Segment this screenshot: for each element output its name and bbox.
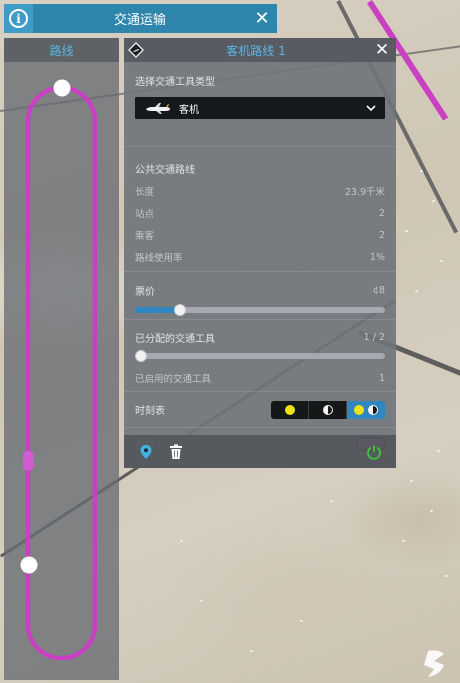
assigned-vehicles-value: 1 / 2 — [363, 331, 385, 343]
locate-icon[interactable] — [136, 442, 156, 462]
route-stats-section: 公共交通路线 长度 23.9千米 站点 2 乘客 2 路线使用率 1% — [124, 147, 396, 272]
stat-row: 乘客 2 — [135, 224, 385, 246]
delete-icon[interactable] — [166, 442, 186, 462]
moon-icon — [368, 404, 378, 415]
moon-icon — [322, 404, 333, 415]
vehicle-type-section: 选择交通工具类型 客机 — [124, 62, 396, 147]
sun-icon — [284, 404, 295, 415]
stat-label: 路线使用率 — [135, 253, 183, 264]
stat-value: 1% — [369, 251, 385, 263]
info-icon: i — [9, 9, 28, 28]
schedule-day-option[interactable] — [271, 400, 309, 419]
vehicles-slider[interactable] — [135, 350, 385, 362]
route-title[interactable]: 客机路线 1 — [148, 42, 364, 59]
stat-value: 23.9千米 — [344, 187, 385, 198]
schedule-night-option[interactable] — [309, 400, 347, 419]
detail-footer — [124, 435, 396, 468]
stop-node[interactable] — [20, 556, 38, 574]
vehicle-type-value: 客机 — [179, 104, 199, 116]
stat-value: 2 — [378, 229, 385, 241]
route-line — [25, 85, 98, 661]
detail-header: 客机路线 1 ✕ — [124, 38, 396, 62]
vehicles-section: 已分配的交通工具 1 / 2 已启用的交通工具 1 — [124, 320, 396, 392]
watermark-logo — [422, 646, 454, 679]
close-icon[interactable]: ✕ — [247, 8, 277, 29]
fare-slider[interactable] — [135, 304, 385, 316]
airplane-icon — [146, 103, 170, 114]
assigned-vehicles-label: 已分配的交通工具 — [135, 333, 215, 345]
schedule-label: 时刻表 — [135, 406, 165, 417]
chevron-down-icon — [366, 105, 376, 112]
stat-label: 乘客 — [135, 231, 155, 242]
logo-icon — [424, 650, 444, 677]
stat-row: 长度 23.9千米 — [135, 180, 385, 202]
fare-slider-handle[interactable] — [174, 304, 186, 316]
stat-row: 站点 2 — [135, 202, 385, 224]
stat-label: 长度 — [135, 187, 155, 198]
window-title: 交通运输 — [113, 13, 166, 28]
info-button[interactable]: i — [4, 4, 33, 33]
route-panel: 路线 — [4, 38, 119, 680]
schedule-day-night-option[interactable] — [347, 400, 385, 419]
schedule-section: 时刻表 — [124, 392, 396, 428]
fare-value: ¢8 — [372, 284, 385, 296]
route-diagram — [20, 79, 98, 661]
vehicle-marker-icon[interactable] — [23, 451, 34, 471]
stop-node[interactable] — [53, 79, 71, 97]
vehicle-type-dropdown[interactable]: 客机 — [135, 97, 385, 119]
schedule-toggle — [271, 400, 385, 419]
stat-value: 2 — [378, 207, 385, 219]
top-bar: i 交通运输 ✕ — [4, 4, 277, 33]
stat-label: 站点 — [135, 209, 155, 220]
sun-icon — [354, 404, 364, 415]
power-icon[interactable] — [364, 442, 384, 462]
vehicle-type-label: 选择交通工具类型 — [135, 77, 215, 88]
close-icon[interactable]: ✕ — [368, 40, 396, 60]
vehicles-slider-handle[interactable] — [135, 350, 147, 362]
fare-section: 票价 ¢8 — [124, 272, 396, 320]
route-type-icon — [124, 38, 148, 62]
enabled-vehicles-label: 已启用的交通工具 — [135, 374, 212, 385]
enabled-vehicles-value: 1 — [378, 372, 385, 384]
public-transport-label: 公共交通路线 — [135, 164, 195, 176]
fare-label: 票价 — [135, 286, 155, 298]
stat-row: 路线使用率 1% — [135, 246, 385, 268]
route-detail-panel: 客机路线 1 ✕ 选择交通工具类型 客机 公共交通路线 长度 23.9千米 站点 — [124, 38, 396, 468]
